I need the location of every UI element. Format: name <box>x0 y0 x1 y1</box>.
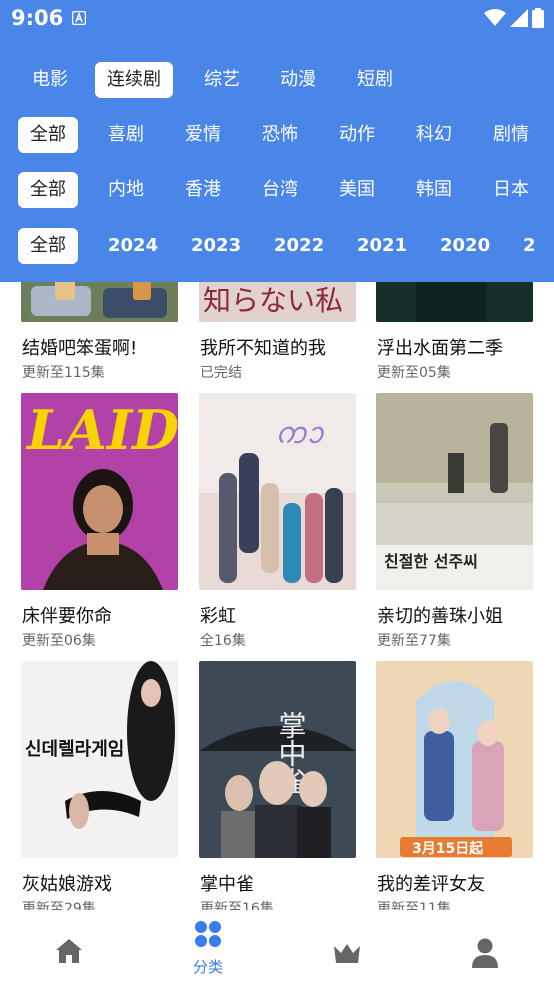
type-chip-short[interactable]: 短剧 <box>345 62 405 98</box>
year-filter-row: 全部 2024 2023 2022 2021 2020 2 <box>0 226 554 266</box>
series-status: 更新至115集 <box>22 365 105 381</box>
series-status: 全16集 <box>200 633 246 649</box>
app-notification-icon <box>72 11 86 25</box>
year-chip-2023[interactable]: 2023 <box>179 228 253 264</box>
genre-chip-romance[interactable]: 爱情 <box>173 117 233 153</box>
region-chip-japan[interactable]: 日本 <box>481 172 541 208</box>
series-title: 我的差评女友 <box>377 874 485 895</box>
series-title: 浮出水面第二季 <box>377 338 503 359</box>
year-chip-2024[interactable]: 2024 <box>96 228 170 264</box>
region-chip-mainland[interactable]: 内地 <box>96 172 156 208</box>
poster-text: LAID <box>25 398 178 462</box>
region-chip-all[interactable]: 全部 <box>18 172 78 208</box>
poster-text: 친절한 선주씨 <box>384 552 478 571</box>
series-status: 更新至77集 <box>377 633 451 649</box>
series-status: 更新至06集 <box>22 633 96 649</box>
poster-image: 掌中雀 <box>199 661 356 858</box>
poster-image: 친절한 선주씨 <box>376 393 533 590</box>
svg-text:ᨠᩣ: ᨠᩣ <box>275 416 325 451</box>
series-title: 床伴要你命 <box>22 606 112 627</box>
region-chip-korea[interactable]: 韩国 <box>404 172 464 208</box>
type-chip-variety[interactable]: 综艺 <box>192 62 252 98</box>
poster-image: ᨠᩣ <box>199 393 356 590</box>
crown-icon <box>334 944 360 963</box>
region-chip-hongkong[interactable]: 香港 <box>173 172 233 208</box>
nav-vip[interactable] <box>278 910 416 985</box>
nav-category[interactable]: 分类 <box>139 910 277 985</box>
nav-home[interactable] <box>0 910 138 985</box>
year-chip-2022[interactable]: 2022 <box>262 228 336 264</box>
genre-chip-comedy[interactable]: 喜剧 <box>96 117 156 153</box>
series-status: 更新至05集 <box>377 365 451 381</box>
region-chip-usa[interactable]: 美国 <box>327 172 387 208</box>
bottom-navigation: 分类 <box>0 910 554 985</box>
status-icons <box>484 8 544 28</box>
series-status: 更新至29集 <box>22 901 96 910</box>
series-title: 我所不知道的我 <box>200 338 326 359</box>
series-title: 彩虹 <box>200 606 236 627</box>
year-chip-2021[interactable]: 2021 <box>345 228 419 264</box>
poster-text: 신데렐라게임 <box>25 739 124 760</box>
poster-image: 3月15日起 <box>376 661 533 858</box>
home-icon <box>56 939 82 963</box>
category-icon <box>195 921 221 947</box>
series-title: 灰姑娘游戏 <box>22 874 112 895</box>
region-chip-taiwan[interactable]: 台湾 <box>250 172 310 208</box>
series-status: 已完结 <box>200 365 242 381</box>
year-chip-2020[interactable]: 2020 <box>428 228 502 264</box>
poster-text: 3月15日起 <box>412 840 484 857</box>
region-filter-row: 全部 内地 香港 台湾 美国 韩国 日本 <box>0 170 554 210</box>
filter-header: 9:06 电影 连续剧 综艺 动漫 短剧 全部 喜剧 爱情 恐怖 动作 科幻 剧… <box>0 0 554 282</box>
series-status: 更新至11集 <box>377 901 451 910</box>
poster-image: LAID <box>21 393 178 590</box>
user-icon <box>472 938 498 968</box>
type-chip-series[interactable]: 连续剧 <box>95 62 173 98</box>
type-chip-movie[interactable]: 电影 <box>20 62 80 98</box>
type-chip-anime[interactable]: 动漫 <box>268 62 328 98</box>
nav-profile[interactable] <box>416 910 554 985</box>
genre-chip-horror[interactable]: 恐怖 <box>250 117 310 153</box>
battery-icon <box>532 8 544 28</box>
poster-image: 신데렐라게임 <box>21 661 178 858</box>
genre-filter-row: 全部 喜剧 爱情 恐怖 动作 科幻 剧情 <box>0 115 554 155</box>
wifi-icon <box>484 9 506 26</box>
year-chip-2019[interactable]: 2 <box>511 228 548 264</box>
type-filter-row: 电影 连续剧 综艺 动漫 短剧 <box>0 60 554 100</box>
genre-chip-drama[interactable]: 剧情 <box>481 117 541 153</box>
series-title: 亲切的善珠小姐 <box>377 606 503 627</box>
genre-chip-scifi[interactable]: 科幻 <box>404 117 464 153</box>
series-status: 更新至16集 <box>200 901 274 910</box>
status-time: 9:06 <box>11 6 64 30</box>
genre-chip-all[interactable]: 全部 <box>18 117 78 153</box>
poster-text: 知らない私 <box>203 284 343 317</box>
year-chip-all[interactable]: 全部 <box>18 228 78 264</box>
series-title: 掌中雀 <box>200 874 254 895</box>
series-title: 结婚吧笨蛋啊! <box>22 338 138 359</box>
signal-icon <box>510 9 528 27</box>
status-bar: 9:06 <box>0 0 554 38</box>
genre-chip-action[interactable]: 动作 <box>327 117 387 153</box>
nav-category-label: 分类 <box>192 958 223 976</box>
